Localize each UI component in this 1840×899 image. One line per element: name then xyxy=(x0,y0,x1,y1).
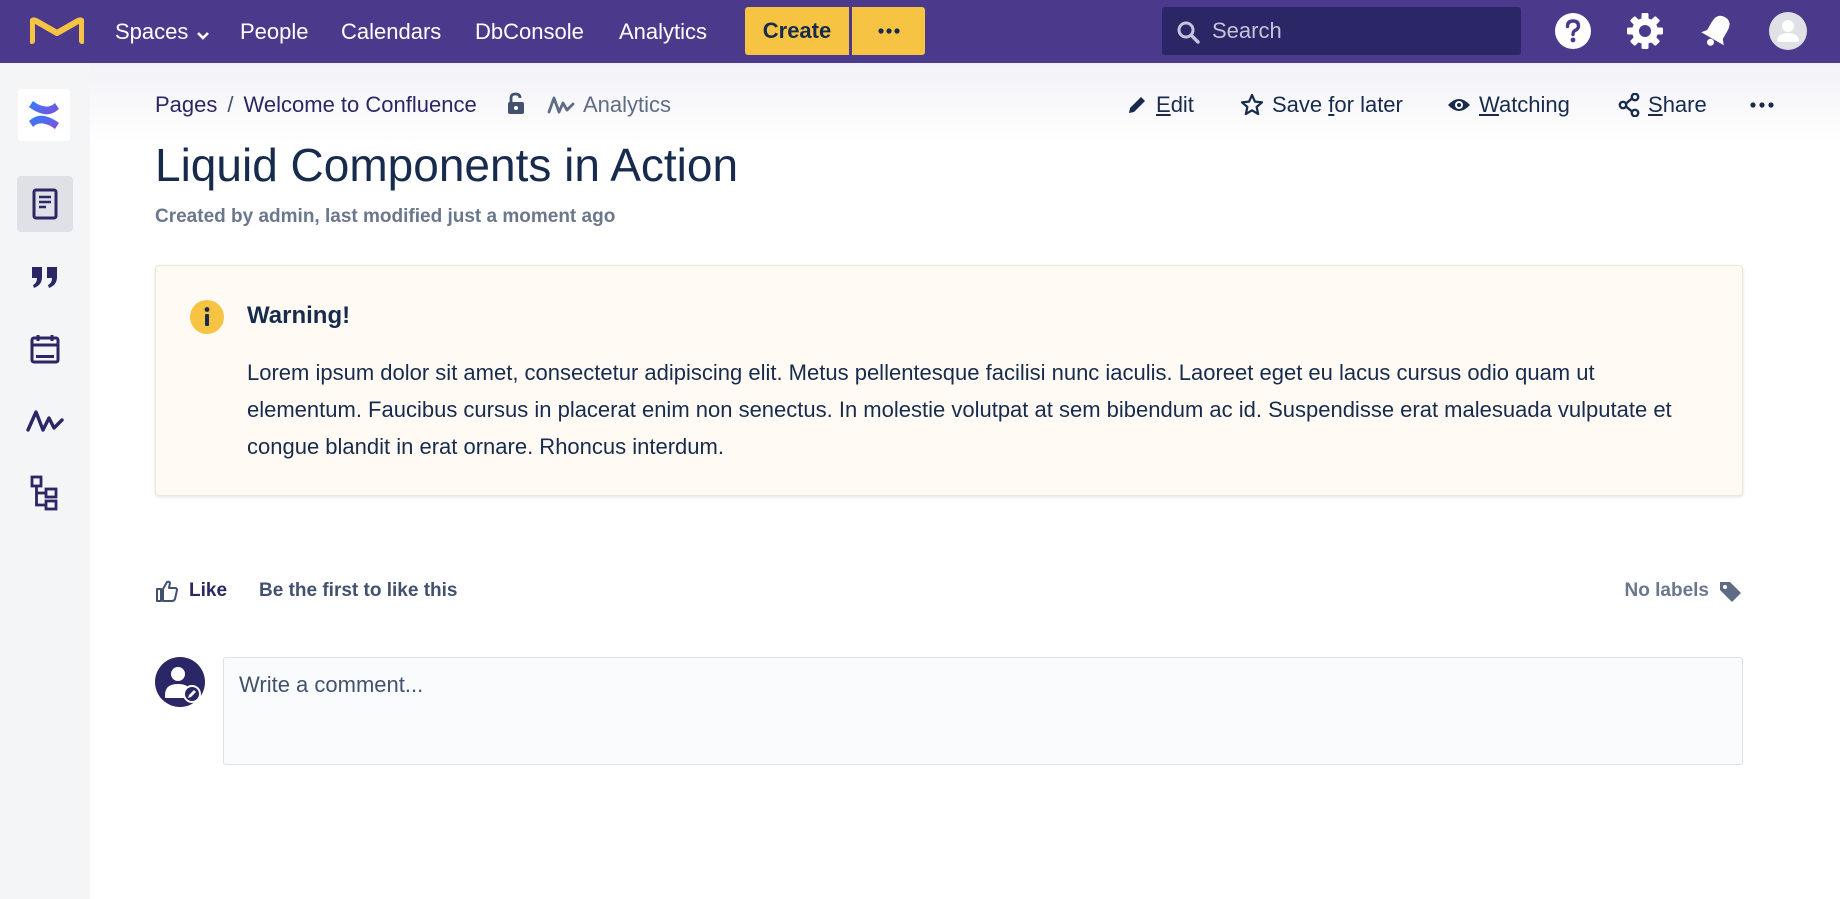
sidebar-pages[interactable] xyxy=(17,176,73,232)
search-icon xyxy=(1177,21,1200,44)
create-button[interactable]: Create xyxy=(745,7,849,55)
save-for-later-button[interactable]: Save for later xyxy=(1240,88,1403,122)
like-button[interactable]: Like xyxy=(155,576,227,606)
page-analytics-link[interactable]: Analytics xyxy=(547,88,671,122)
notifications-icon[interactable] xyxy=(1698,12,1736,50)
warning-panel: Warning! Lorem ipsum dolor sit amet, con… xyxy=(155,265,1743,496)
chevron-down-icon xyxy=(196,2,210,65)
nav-people[interactable]: People xyxy=(240,0,309,63)
commenter-avatar-icon xyxy=(155,657,205,707)
more-dots-icon xyxy=(1750,102,1774,108)
save-for-later-label: Save for later xyxy=(1272,92,1403,117)
more-dots-icon xyxy=(877,28,900,34)
info-icon xyxy=(190,300,224,334)
page-metadata: Created by admin, last modified just a m… xyxy=(155,206,616,227)
nav-dbconsole[interactable]: DbConsole xyxy=(475,0,584,63)
nav-analytics[interactable]: Analytics xyxy=(619,0,707,63)
warning-body: Lorem ipsum dolor sit amet, consectetur … xyxy=(247,360,1672,459)
search-input[interactable] xyxy=(1212,7,1512,55)
watching-label: Watching xyxy=(1479,92,1570,117)
edit-label: Edit xyxy=(1156,92,1194,117)
more-actions-button[interactable] xyxy=(1750,88,1782,122)
create-more-button[interactable] xyxy=(852,7,925,55)
like-label: Like xyxy=(189,580,228,601)
share-button[interactable]: Share xyxy=(1618,88,1707,122)
nav-calendars[interactable]: Calendars xyxy=(341,0,441,63)
blog-quote-icon xyxy=(32,267,57,288)
labels-text: No labels xyxy=(1624,580,1709,601)
breadcrumb-welcome[interactable]: Welcome to Confluence xyxy=(244,92,477,118)
edit-button[interactable]: Edit xyxy=(1126,88,1194,122)
sidebar-blog[interactable] xyxy=(17,249,73,305)
warning-title: Warning! xyxy=(247,302,351,329)
page-title: Liquid Components in Action xyxy=(155,139,739,191)
calendar-icon xyxy=(30,335,60,364)
comment-input[interactable]: Write a comment... xyxy=(223,657,1743,765)
breadcrumb-separator: / xyxy=(227,92,234,117)
page-labels[interactable]: No labels xyxy=(1625,576,1743,606)
analytics-icon xyxy=(547,96,575,114)
share-label: Share xyxy=(1648,92,1707,117)
unlocked-restrictions-icon[interactable] xyxy=(506,92,528,116)
nav-spaces-label: Spaces xyxy=(115,19,189,44)
breadcrumb-pages[interactable]: Pages xyxy=(155,92,217,118)
search-box[interactable] xyxy=(1162,7,1521,55)
tag-icon xyxy=(1720,582,1741,602)
sidebar-calendar[interactable] xyxy=(17,321,73,377)
pages-icon xyxy=(32,188,58,220)
help-icon[interactable] xyxy=(1554,12,1592,50)
top-navigation-bar: Spaces People Calendars DbConsole Analyt… xyxy=(0,0,1840,63)
share-icon xyxy=(1618,93,1640,117)
analytics-icon xyxy=(26,410,64,432)
sidebar-analytics[interactable] xyxy=(17,393,73,449)
watching-button[interactable]: Watching xyxy=(1447,88,1570,122)
star-outline-icon xyxy=(1240,93,1264,116)
space-logo[interactable] xyxy=(18,89,70,141)
analytics-label: Analytics xyxy=(583,92,672,117)
page-tree-icon xyxy=(30,475,58,511)
space-sidebar xyxy=(0,63,90,899)
eye-icon xyxy=(1448,99,1470,111)
comment-placeholder: Write a comment... xyxy=(239,672,424,697)
settings-icon[interactable] xyxy=(1626,12,1664,50)
sidebar-page-tree[interactable] xyxy=(17,465,73,521)
pencil-icon xyxy=(1129,97,1145,113)
confluence-space-logo-icon xyxy=(29,101,59,129)
breadcrumb: Pages / Welcome to Confluence xyxy=(155,88,477,122)
nav-spaces[interactable]: Spaces xyxy=(115,0,210,63)
app-logo-icon[interactable] xyxy=(30,17,84,45)
like-status-text: Be the first to like this xyxy=(259,580,458,601)
thumbs-up-icon xyxy=(156,580,178,602)
user-avatar-icon[interactable] xyxy=(1769,12,1807,50)
